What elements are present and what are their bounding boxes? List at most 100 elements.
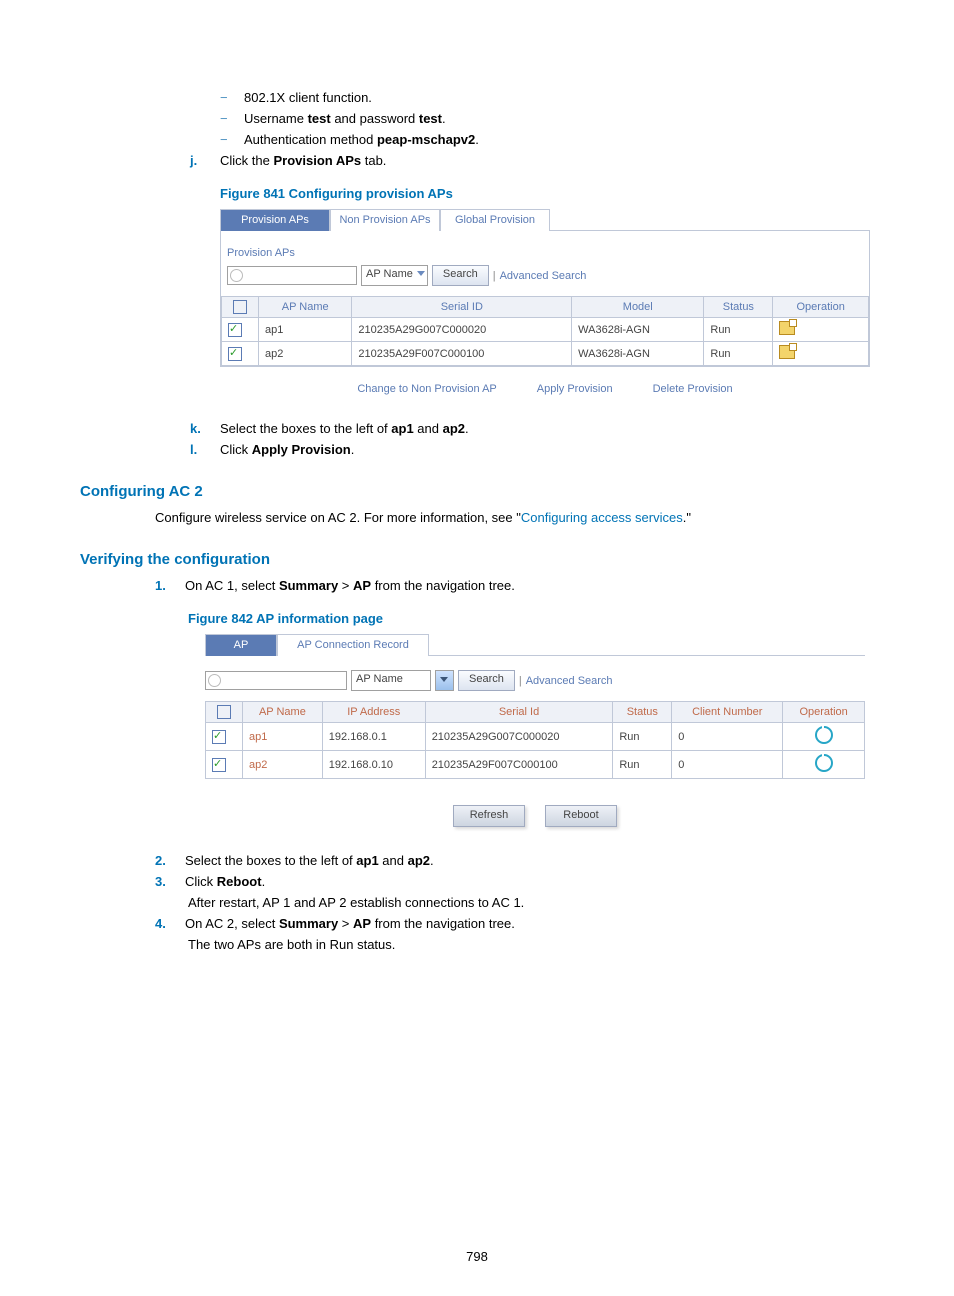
select-all-checkbox[interactable] [217,705,231,719]
cell-status: Run [704,318,773,342]
cell-status: Run [613,723,672,751]
row-checkbox[interactable] [212,758,226,772]
figure-842: AP AP Connection Record AP Name Search |… [205,634,865,835]
dash-marker: − [220,132,244,147]
row-checkbox[interactable] [212,730,226,744]
step-text: Click Apply Provision. [220,442,354,457]
tab-ap-connection-record[interactable]: AP Connection Record [277,634,429,656]
search-field-select[interactable]: AP Name [351,670,431,691]
table-row: ap1 210235A29G007C000020 WA3628i-AGN Run [222,318,869,342]
cell-clients: 0 [672,751,783,779]
operation-icon[interactable] [779,345,795,359]
ap-info-table: AP Name IP Address Serial Id Status Clie… [205,701,865,779]
tab-ap[interactable]: AP [205,634,277,656]
advanced-search-link[interactable]: Advanced Search [500,270,587,282]
apply-provision-link[interactable]: Apply Provision [537,383,613,395]
bullet-text: 802.1X client function. [244,90,372,105]
step-text: Click the Provision APs tab. [220,153,386,168]
step-marker: l. [190,442,220,457]
step-4: 4. On AC 2, select Summary > AP from the… [155,916,874,931]
cell-serial: 210235A29F007C000100 [352,342,572,366]
search-input[interactable] [227,266,357,285]
cell-status: Run [613,751,672,779]
bullet-text: Authentication method peap-mschapv2. [244,132,479,147]
select-all-checkbox[interactable] [233,300,247,314]
cell-clients: 0 [672,723,783,751]
tab-provision-aps[interactable]: Provision APs [220,209,330,231]
panel-subheader: Provision APs [221,231,869,265]
figure-841: Provision APs Non Provision APs Global P… [220,209,870,403]
step-marker: j. [190,153,220,168]
col-serial-id: Serial Id [425,702,613,723]
reboot-icon[interactable] [815,726,833,744]
col-model: Model [572,297,704,318]
tab-global-provision[interactable]: Global Provision [440,209,550,231]
configuring-access-services-link[interactable]: Configuring access services [521,510,683,525]
step-marker: 4. [155,916,185,931]
table-row: ap2 192.168.0.10 210235A29F007C000100 Ru… [206,751,865,779]
step-3: 3. Click Reboot. [155,874,874,889]
step-k: k. Select the boxes to the left of ap1 a… [190,421,874,436]
dash-marker: − [220,90,244,105]
figure-842-caption: Figure 842 AP information page [188,611,874,626]
section-configuring-ac2: Configuring AC 2 [80,483,874,500]
cell-ap-name: ap2 [259,342,352,366]
step-text: On AC 1, select Summary > AP from the na… [185,578,515,593]
delete-provision-link[interactable]: Delete Provision [653,383,733,395]
dash-bullet-list: − 802.1X client function. − Username tes… [220,90,874,147]
tab-non-provision-aps[interactable]: Non Provision APs [330,209,440,231]
reboot-icon[interactable] [815,754,833,772]
step-2: 2. Select the boxes to the left of ap1 a… [155,853,874,868]
search-field-select[interactable]: AP Name [361,265,428,286]
search-button[interactable]: Search [432,265,489,286]
cell-ip: 192.168.0.10 [322,751,425,779]
separator: | [519,675,522,687]
cell-ap-name[interactable]: ap1 [243,723,323,751]
step-text: Select the boxes to the left of ap1 and … [185,853,434,868]
step-j: j. Click the Provision APs tab. [190,153,874,168]
row-checkbox[interactable] [228,323,242,337]
operation-icon[interactable] [779,321,795,335]
search-icon [208,674,221,687]
provision-aps-table: AP Name Serial ID Model Status Operation… [221,296,869,366]
advanced-search-link[interactable]: Advanced Search [526,675,613,687]
cell-serial: 210235A29F007C000100 [425,751,613,779]
change-to-non-provision-link[interactable]: Change to Non Provision AP [357,383,496,395]
page-number: 798 [0,1249,954,1264]
col-status: Status [704,297,773,318]
step-marker: k. [190,421,220,436]
search-button[interactable]: Search [458,670,515,691]
col-serial-id: Serial ID [352,297,572,318]
col-status: Status [613,702,672,723]
col-operation: Operation [773,297,869,318]
table-row: ap2 210235A29F007C000100 WA3628i-AGN Run [222,342,869,366]
cell-status: Run [704,342,773,366]
figure-841-caption: Figure 841 Configuring provision APs [220,186,874,201]
step-text: Click Reboot. [185,874,265,889]
step-l: l. Click Apply Provision. [190,442,874,457]
cell-ap-name: ap1 [259,318,352,342]
step-3-after: After restart, AP 1 and AP 2 establish c… [188,895,874,910]
dropdown-arrow-icon[interactable] [435,670,454,691]
refresh-button[interactable]: Refresh [453,805,525,827]
col-ip-address: IP Address [322,702,425,723]
search-input[interactable] [205,671,347,690]
cell-serial: 210235A29G007C000020 [352,318,572,342]
reboot-button[interactable]: Reboot [545,805,617,827]
cell-model: WA3628i-AGN [572,318,704,342]
section-verifying: Verifying the configuration [80,551,874,568]
cell-ap-name[interactable]: ap2 [243,751,323,779]
step-1: 1. On AC 1, select Summary > AP from the… [155,578,874,593]
col-client-number: Client Number [672,702,783,723]
cell-ip: 192.168.0.1 [322,723,425,751]
row-checkbox[interactable] [228,347,242,361]
step-text: On AC 2, select Summary > AP from the na… [185,916,515,931]
step-text: Select the boxes to the left of ap1 and … [220,421,469,436]
step-marker: 2. [155,853,185,868]
step-marker: 1. [155,578,185,593]
table-row: ap1 192.168.0.1 210235A29G007C000020 Run… [206,723,865,751]
cell-model: WA3628i-AGN [572,342,704,366]
col-ap-name: AP Name [259,297,352,318]
step-marker: 3. [155,874,185,889]
step-4-after: The two APs are both in Run status. [188,937,874,952]
